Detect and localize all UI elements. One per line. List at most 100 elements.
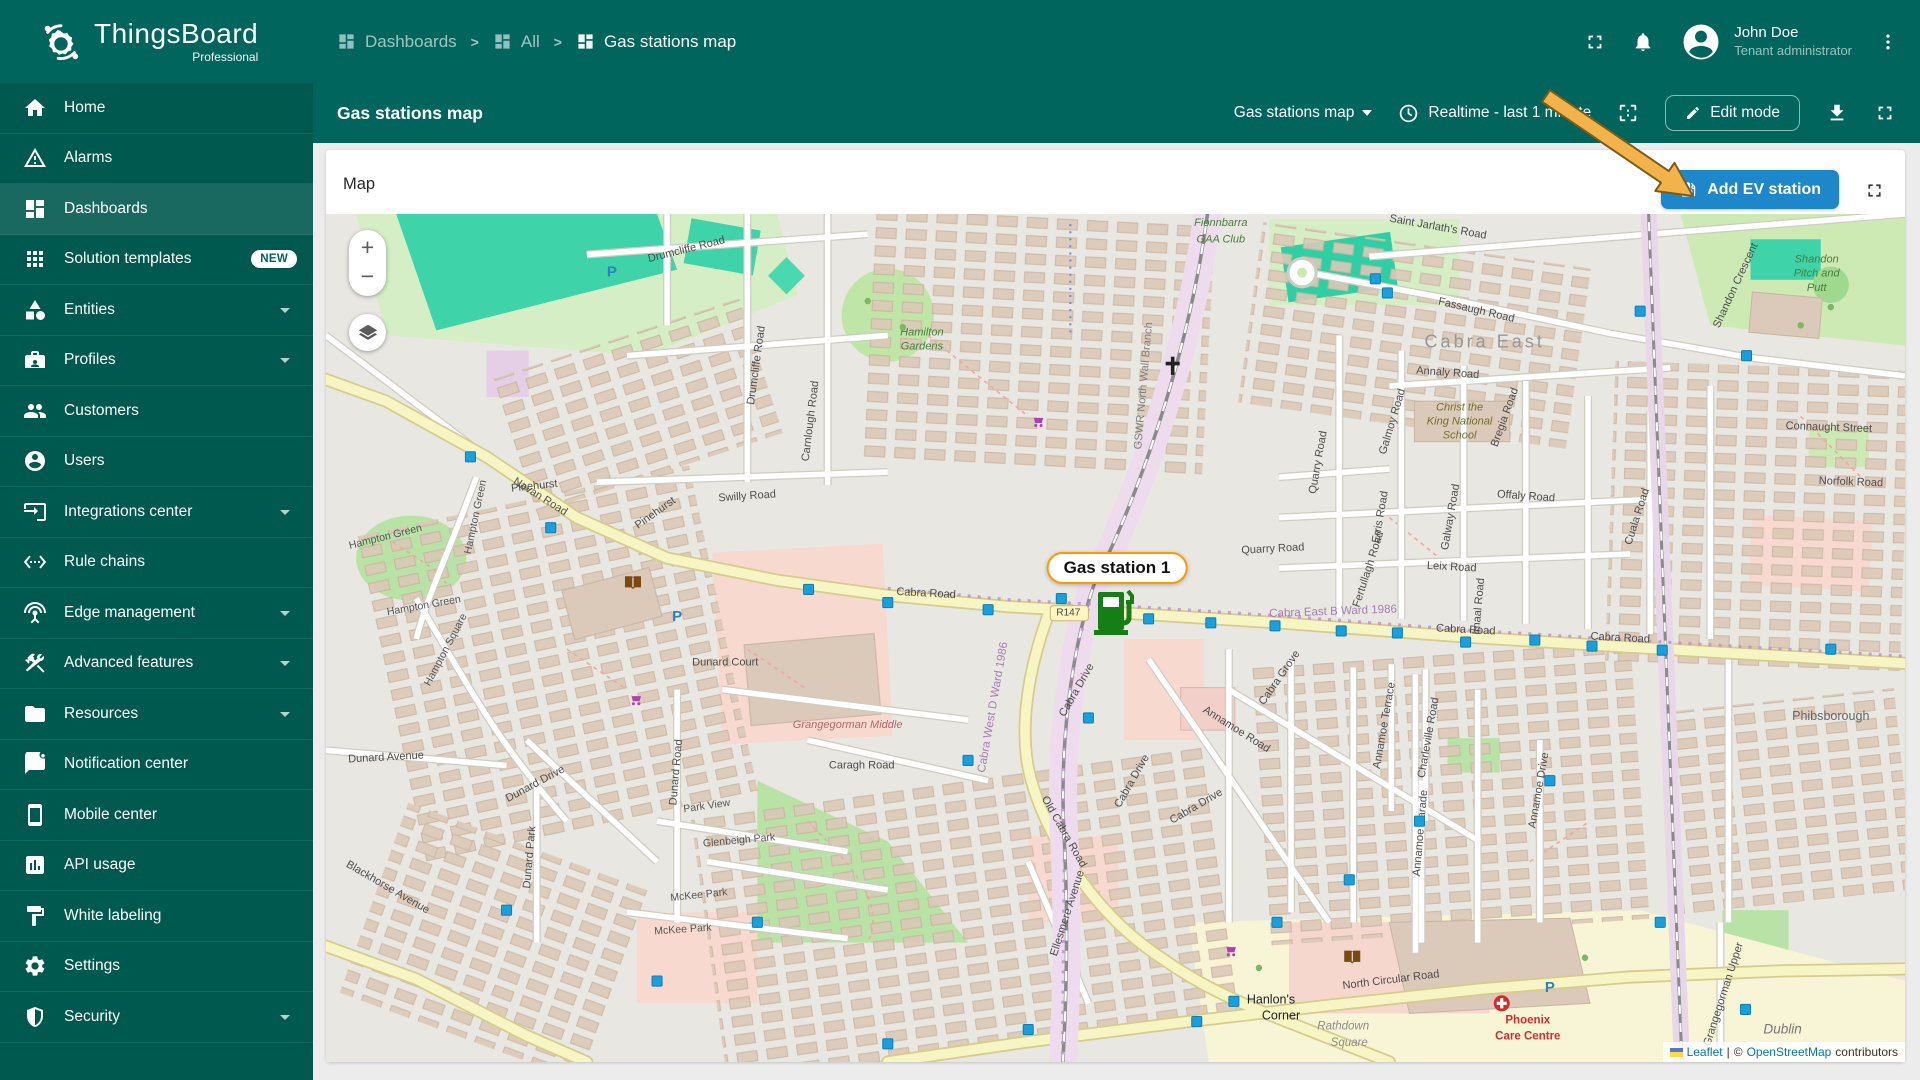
sidebar-item-rule-chains[interactable]: Rule chains: [0, 538, 313, 588]
zoom-in-button[interactable]: +: [361, 236, 374, 259]
osm-link[interactable]: OpenStreetMap: [1747, 1045, 1832, 1059]
gas-station-tooltip[interactable]: Gas station 1: [1046, 552, 1188, 584]
map-label: Grangegorman Middle: [793, 719, 903, 731]
user-menu[interactable]: John Doe Tenant administrator: [1680, 21, 1852, 63]
entity-marker[interactable]: [464, 451, 476, 463]
breadcrumb-item-gas-stations-map[interactable]: Gas stations map: [576, 32, 736, 52]
map-label: Caragh Road: [829, 760, 895, 772]
entity-marker[interactable]: [1544, 775, 1556, 787]
sidebar-item-notification-center[interactable]: Notification center: [0, 740, 313, 790]
entity-marker[interactable]: [1191, 1015, 1203, 1028]
entity-marker[interactable]: [1369, 273, 1381, 285]
widget-fullscreen-button[interactable]: [1864, 180, 1885, 204]
entity-marker[interactable]: [1143, 613, 1155, 625]
edit-mode-button[interactable]: Edit mode: [1665, 95, 1800, 131]
gas-station-marker[interactable]: [1092, 584, 1140, 645]
sidebar-item-label: Rule chains: [64, 553, 145, 571]
entity-marker[interactable]: [1205, 617, 1217, 629]
zoom-out-button[interactable]: −: [361, 265, 374, 288]
sidebar-item-solution-templates[interactable]: Solution templates NEW: [0, 235, 313, 285]
entity-marker[interactable]: [1343, 874, 1355, 886]
timewindow-button[interactable]: Realtime - last 1 minute: [1398, 103, 1591, 124]
sidebar-item-dashboards[interactable]: Dashboards: [0, 184, 313, 235]
breadcrumb-item-dashboards[interactable]: Dashboards: [337, 32, 457, 52]
entity-marker[interactable]: [1654, 916, 1666, 928]
map-label: Gardens: [901, 341, 944, 353]
more-menu-button[interactable]: [1878, 32, 1898, 52]
entity-marker[interactable]: [501, 904, 513, 916]
entity-marker[interactable]: [1055, 592, 1067, 605]
layers-icon: [358, 324, 377, 340]
sidebar-item-mobile-center[interactable]: Mobile center: [0, 790, 313, 841]
sidebar-item-white-labeling[interactable]: White labeling: [0, 891, 313, 942]
chevron-down-icon: [280, 610, 290, 616]
entity-marker[interactable]: [545, 522, 557, 534]
entity-marker[interactable]: [1413, 815, 1425, 827]
entity-marker[interactable]: [1271, 916, 1283, 928]
sidebar-item-users[interactable]: Users: [0, 437, 313, 487]
sidebar-item-customers[interactable]: Customers: [0, 386, 313, 437]
user-role: Tenant administrator: [1734, 42, 1852, 58]
sidebar-item-resources[interactable]: Resources: [0, 689, 313, 740]
entity-marker[interactable]: [1586, 640, 1598, 652]
tree-icon: [1581, 954, 1589, 962]
entity-marker[interactable]: [803, 583, 815, 595]
sidebar-item-integrations-center[interactable]: Integrations center: [0, 487, 313, 538]
dashboard-fullscreen-button[interactable]: [1874, 102, 1896, 124]
sidebar-item-alarms[interactable]: Alarms: [0, 134, 313, 184]
thingsboard-logo[interactable]: ThingsBoard Professional: [38, 19, 258, 65]
dashboard-select[interactable]: Gas stations map: [1234, 104, 1373, 122]
entity-marker[interactable]: [1391, 627, 1403, 639]
entity-marker[interactable]: [1022, 1024, 1034, 1036]
gear-icon: [25, 956, 45, 976]
map-label: Hamilton: [900, 326, 944, 338]
fullscreen-button[interactable]: [1584, 31, 1606, 53]
entity-marker[interactable]: [1739, 1003, 1752, 1015]
entity-marker[interactable]: [751, 916, 763, 928]
entity-marker[interactable]: [1082, 712, 1094, 724]
sidebar-item-entities[interactable]: Entities: [0, 285, 313, 336]
entity-marker[interactable]: [1825, 643, 1837, 655]
entity-marker[interactable]: [1381, 287, 1393, 299]
breadcrumb-item-all[interactable]: All: [493, 32, 540, 52]
entity-marker[interactable]: [1634, 305, 1646, 317]
sidebar-item-settings[interactable]: Settings: [0, 942, 313, 992]
notifications-button[interactable]: [1632, 31, 1654, 53]
map-label: Fionnbarra: [1194, 217, 1247, 229]
entity-marker[interactable]: [962, 754, 974, 767]
entity-marker[interactable]: [1228, 995, 1240, 1007]
attribution-suffix: contributors: [1835, 1045, 1898, 1059]
entity-marker[interactable]: [982, 604, 994, 616]
chat-dot-icon: [25, 752, 45, 775]
add-ev-station-button[interactable]: Add EV station: [1661, 170, 1839, 209]
entity-marker[interactable]: [1529, 634, 1541, 646]
sidebar-item-home[interactable]: Home: [0, 83, 313, 134]
breadcrumb-label: Gas stations map: [603, 31, 737, 51]
leaflet-link[interactable]: Leaflet: [1687, 1045, 1723, 1059]
fullscreen-icon: [1868, 184, 1881, 197]
entity-marker[interactable]: [882, 597, 894, 609]
app-window: ThingsBoard Professional Dashboards > All >…: [0, 0, 1920, 1080]
entity-marker[interactable]: [1269, 620, 1281, 632]
layers-button[interactable]: [349, 314, 386, 351]
expand-states-button[interactable]: [1617, 102, 1639, 124]
entity-marker[interactable]: [1656, 644, 1668, 656]
entity-marker[interactable]: [882, 1038, 894, 1050]
entity-marker[interactable]: [1460, 636, 1472, 648]
chevron-down-icon: [280, 358, 290, 364]
sidebar-item-api-usage[interactable]: API usage: [0, 841, 313, 891]
leaflet-map[interactable]: Drumcliffe Road Drumcliffe Road Carnlough …: [326, 214, 1905, 1062]
category-icon: [26, 299, 46, 320]
entity-marker[interactable]: [1335, 625, 1347, 637]
download-button[interactable]: [1826, 102, 1848, 124]
entity-marker[interactable]: [1740, 350, 1753, 362]
sidebar-item-security[interactable]: Security: [0, 992, 313, 1043]
chevron-down-icon: [280, 307, 290, 313]
sidebar-item-label: Security: [64, 1007, 120, 1025]
sidebar-item-advanced-features[interactable]: Advanced features: [0, 639, 313, 689]
parking-icon: P: [672, 608, 682, 625]
gear-logo-icon: [44, 23, 79, 60]
sidebar-item-edge-management[interactable]: Edge management: [0, 588, 313, 639]
entity-marker[interactable]: [651, 975, 663, 987]
sidebar-item-profiles[interactable]: Profiles: [0, 336, 313, 386]
